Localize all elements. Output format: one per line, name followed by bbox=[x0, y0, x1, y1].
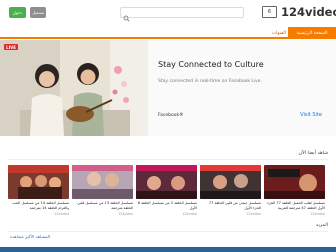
logo-mark[interactable]: 6 bbox=[262, 6, 277, 18]
video-meta: 124video bbox=[118, 212, 133, 216]
visit-site-link[interactable]: Visit Site bbox=[300, 112, 322, 118]
video-thumbnail[interactable] bbox=[200, 165, 261, 199]
register-button[interactable]: تسجيل bbox=[30, 7, 46, 18]
ad-banner[interactable]: LIVE Stay Connected to Culture Stay conn… bbox=[0, 40, 336, 136]
section-title-more: المزيد bbox=[315, 223, 328, 228]
nav-home[interactable]: الصفحة الرئيسية bbox=[288, 27, 336, 39]
video-title[interactable]: مسلسل الحلقة 14 من مسلسل الحب والغرام ال… bbox=[8, 201, 69, 211]
site-header: دخول تسجيل 6 124video bbox=[0, 0, 336, 27]
video-thumbnail[interactable] bbox=[136, 165, 197, 199]
video-meta: 124video bbox=[182, 212, 197, 216]
video-title[interactable]: مسلسل جيجي من قلبي الحلقة 77 الجزء الأول bbox=[200, 201, 261, 211]
video-thumbnail[interactable] bbox=[8, 165, 69, 199]
live-badge: LIVE bbox=[4, 44, 18, 50]
nav-channels[interactable]: القنوات bbox=[272, 27, 286, 39]
login-button[interactable]: دخول bbox=[9, 7, 26, 18]
video-title[interactable]: مسلسل الحلقة 2 من مسلسل الحلقة 6 الأول bbox=[136, 201, 197, 211]
video-card[interactable]: مسلسل الحلقة 13 من مسلسل قلبي الحلقة متر… bbox=[72, 165, 133, 217]
search-icon[interactable] bbox=[122, 8, 131, 22]
section-title-latest: شاهد أيضا الآن bbox=[298, 151, 328, 156]
ad-brand: Facebook® bbox=[158, 113, 184, 118]
video-card[interactable]: مسلسل الحلقة 14 من مسلسل الحب والغرام ال… bbox=[8, 165, 69, 217]
site-logo[interactable]: 124video bbox=[281, 5, 336, 19]
main-nav: الصفحة الرئيسية القنوات bbox=[0, 27, 336, 39]
video-card[interactable]: مسلسل الحلقة 2 من مسلسل الحلقة 6 الأول 1… bbox=[136, 165, 197, 217]
video-thumbnail[interactable] bbox=[264, 165, 325, 199]
video-meta: 124video bbox=[54, 212, 69, 216]
video-card[interactable]: مسلسل لقلب الجميل الحلقة 77 الجزء الأول … bbox=[264, 165, 325, 217]
video-card[interactable]: مسلسل جيجي من قلبي الحلقة 77 الجزء الأول… bbox=[200, 165, 261, 217]
section-link-most-viewed[interactable]: المشاهد الأكثر مشاهدة bbox=[10, 234, 50, 239]
video-meta: 124video bbox=[246, 212, 261, 216]
ad-description: Stay connected in real-time on Facebook … bbox=[158, 79, 262, 84]
video-thumbnail[interactable] bbox=[72, 165, 133, 199]
video-title[interactable]: مسلسل لقلب الجميل الحلقة 77 الجزء الأول … bbox=[264, 201, 325, 211]
footer-strip bbox=[0, 247, 336, 252]
search-input[interactable] bbox=[120, 7, 244, 22]
section-divider bbox=[8, 231, 328, 232]
ad-photo[interactable]: LIVE bbox=[0, 40, 148, 136]
section-divider bbox=[8, 159, 328, 160]
ad-title[interactable]: Stay Connected to Culture bbox=[158, 60, 264, 69]
video-title[interactable]: مسلسل الحلقة 13 من مسلسل قلبي الحلقة متر… bbox=[72, 201, 133, 211]
video-grid: مسلسل الحلقة 14 من مسلسل الحب والغرام ال… bbox=[8, 165, 328, 217]
ad-panel[interactable]: Stay Connected to Culture Stay connected… bbox=[148, 40, 336, 136]
video-meta: 124video bbox=[310, 212, 325, 216]
